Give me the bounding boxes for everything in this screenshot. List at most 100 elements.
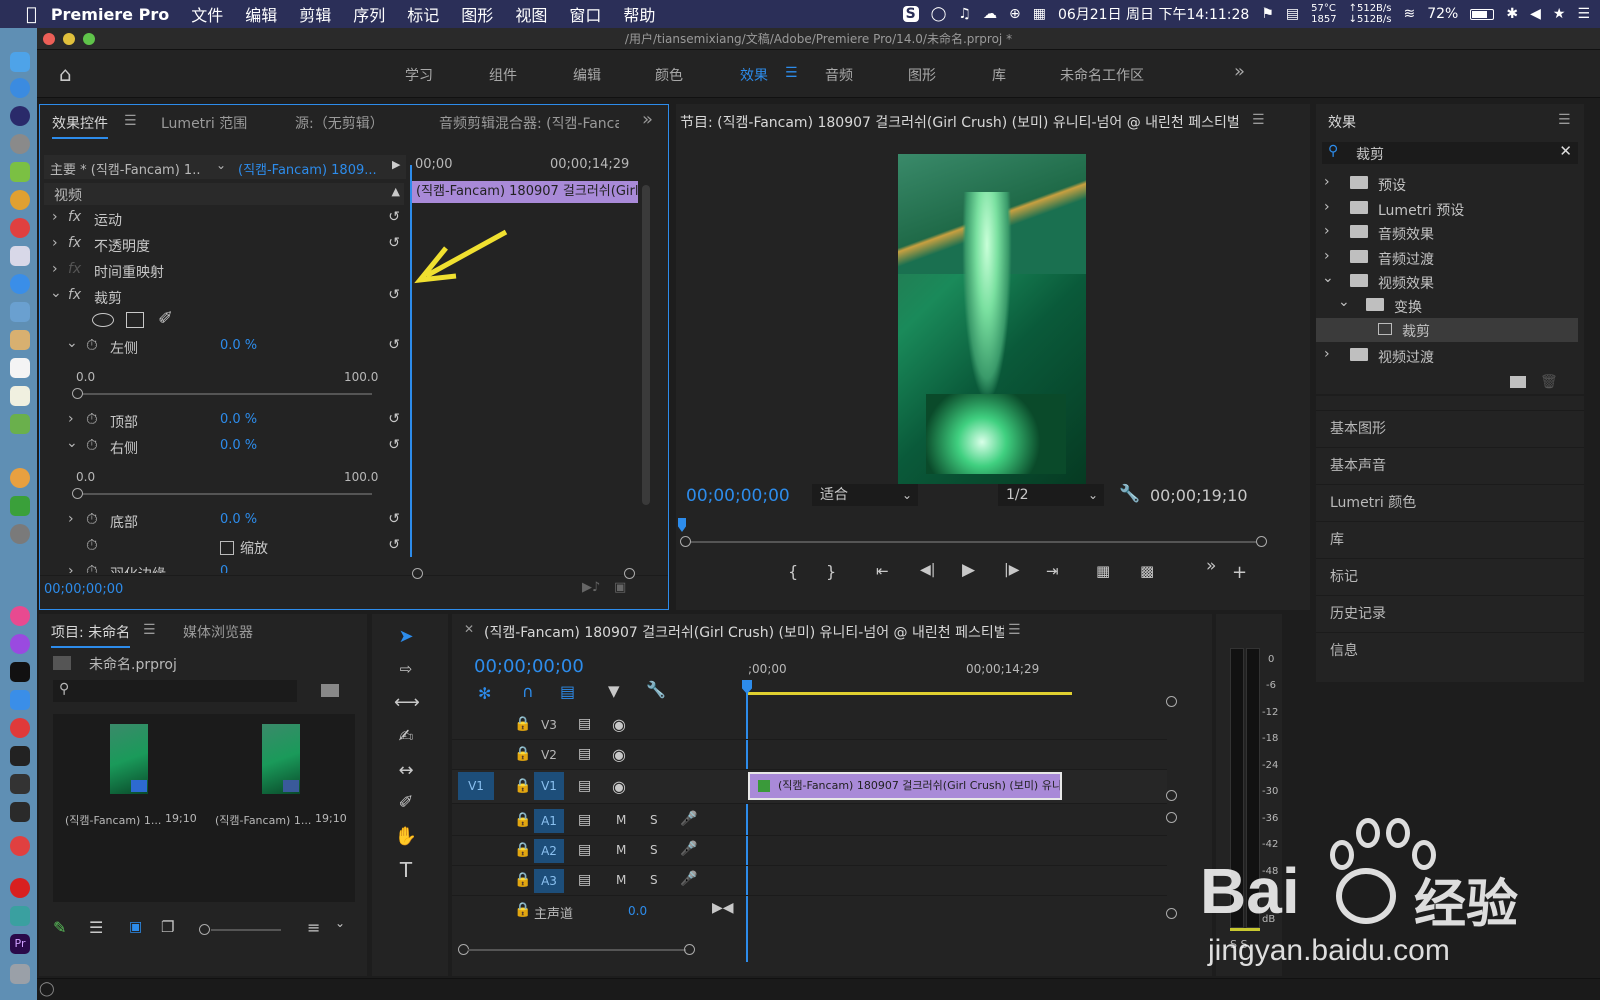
new-search-bin-icon[interactable]: [321, 684, 339, 697]
lock-icon[interactable]: 🔒: [514, 746, 531, 762]
clear-search-icon[interactable]: ✕: [1559, 142, 1572, 160]
fx-time-remap[interactable]: › fx 时间重映射: [44, 259, 404, 285]
finder-icon[interactable]: [10, 52, 30, 72]
extract-icon[interactable]: ▩: [1140, 562, 1154, 580]
stickies-icon[interactable]: [10, 330, 30, 350]
podcast-icon[interactable]: [10, 634, 30, 654]
netease-icon[interactable]: [10, 878, 30, 898]
program-scroll-start[interactable]: [680, 536, 691, 547]
close-window-button[interactable]: [43, 33, 55, 45]
lock-icon[interactable]: 🔒: [514, 812, 531, 828]
left-slider-handle[interactable]: [72, 388, 83, 399]
fx-opacity[interactable]: › fx 不透明度 ↺: [44, 233, 404, 259]
effects-panel-menu-icon[interactable]: ☰: [1558, 112, 1571, 128]
expand-icon[interactable]: ›: [52, 209, 58, 225]
panel-info[interactable]: 信息: [1316, 632, 1584, 668]
menu-graphics[interactable]: 图形: [461, 2, 493, 26]
list-view-icon[interactable]: ☰: [89, 918, 103, 937]
globe-icon[interactable]: ◯: [931, 6, 947, 22]
zoom-slider-handle[interactable]: [199, 924, 210, 935]
ws-libraries[interactable]: 库: [992, 65, 1006, 85]
ws-color[interactable]: 颜色: [655, 65, 683, 85]
timeline-timecode[interactable]: 00;00;00;00: [474, 656, 584, 677]
list-icon[interactable]: ☰: [1577, 6, 1590, 22]
right-slider-track[interactable]: [76, 493, 372, 495]
program-scroll-track[interactable]: [686, 541, 1260, 543]
sequence-tab[interactable]: (직캠-Fancam) 180907 걸크러쉬(Girl Crush) (보미)…: [484, 622, 1004, 642]
home-icon[interactable]: ⌂: [59, 62, 72, 86]
menu-sequence[interactable]: 序列: [353, 2, 385, 26]
a-scroll-top[interactable]: [1166, 812, 1177, 823]
reset-icon[interactable]: ↺: [388, 235, 400, 251]
eye-icon[interactable]: ◉: [612, 745, 626, 764]
solo-button[interactable]: S: [650, 873, 658, 887]
tree-video-effects[interactable]: ⌄ 视频效果: [1322, 270, 1574, 294]
h-scroll-end[interactable]: [684, 944, 695, 955]
cpu-icon[interactable]: ▤: [1286, 6, 1299, 22]
expand-icon[interactable]: ›: [52, 235, 58, 251]
sequence-menu-icon[interactable]: ☰: [1008, 622, 1021, 638]
datetime[interactable]: 06月21日 周日 下午14:11:28: [1058, 4, 1249, 24]
stopwatch-icon[interactable]: ⏱: [86, 536, 98, 554]
program-scroll-end[interactable]: [1256, 536, 1267, 547]
solo-button[interactable]: S: [650, 813, 658, 827]
console-icon[interactable]: [10, 802, 30, 822]
tree-lumetri-presets[interactable]: › Lumetri 预设: [1324, 197, 1574, 221]
master-volume-value[interactable]: 0.0: [628, 904, 647, 918]
menu-marker[interactable]: 标记: [407, 2, 439, 26]
battery-percent[interactable]: 72%: [1427, 6, 1458, 22]
fx-icon[interactable]: fx: [68, 287, 81, 303]
zoom-scroll-start[interactable]: [412, 568, 423, 579]
reset-icon[interactable]: ↺: [388, 437, 400, 453]
terminal-icon[interactable]: [10, 746, 30, 766]
s-app-icon[interactable]: S: [902, 6, 919, 22]
lock-icon[interactable]: 🔒: [514, 716, 531, 732]
sort-dropdown-icon[interactable]: ⌄: [335, 916, 345, 930]
step-forward-icon[interactable]: |▶: [1004, 562, 1019, 578]
ws-effects-menu-icon[interactable]: ☰: [785, 65, 798, 81]
snap-icon[interactable]: ∩: [522, 682, 534, 701]
solo-button[interactable]: S: [650, 843, 658, 857]
mini-playhead[interactable]: [410, 165, 412, 557]
microphone-icon[interactable]: 🎤: [680, 871, 697, 887]
sync-lock-icon[interactable]: ▤: [578, 778, 591, 794]
battery-icon[interactable]: [1470, 8, 1495, 20]
reset-icon[interactable]: ↺: [388, 511, 400, 527]
safari-icon[interactable]: [10, 274, 30, 294]
panel-overflow-icon[interactable]: »: [642, 109, 653, 130]
ws-learn[interactable]: 学习: [405, 65, 433, 85]
track-v3-label[interactable]: V3: [534, 714, 564, 736]
lock-icon[interactable]: 🔒: [514, 902, 531, 918]
rect-mask-icon[interactable]: [126, 312, 144, 328]
fx-crop[interactable]: ⌄ fx 裁剪 ↺: [44, 285, 404, 311]
project-search-box[interactable]: ⚲: [53, 680, 297, 702]
music-icon[interactable]: ♫: [958, 6, 971, 22]
h-scroll-track[interactable]: [468, 949, 686, 951]
calendar-icon[interactable]: ▦: [1033, 6, 1046, 22]
volume-icon[interactable]: ◀: [1530, 6, 1541, 22]
collapse-icon[interactable]: ⌄: [66, 335, 78, 351]
tab-source[interactable]: 源:（无剪辑）: [295, 113, 384, 133]
fit-dropdown[interactable]: 适合 ⌄: [812, 484, 918, 506]
tab-effect-controls[interactable]: 效果控件: [52, 113, 108, 139]
program-ruler[interactable]: [682, 522, 1260, 532]
mark-in-icon[interactable]: {: [788, 562, 798, 581]
effects-search-box[interactable]: ⚲ 裁剪 ✕: [1322, 142, 1578, 164]
param-left-value[interactable]: 0.0 %: [220, 338, 257, 353]
tree-crop[interactable]: 裁剪: [1316, 318, 1578, 342]
fx-icon[interactable]: fx: [68, 235, 81, 251]
mini-scrollbar[interactable]: [642, 185, 650, 505]
nest-toggle-icon[interactable]: ✻: [478, 684, 491, 703]
param-right-value[interactable]: 0.0 %: [220, 438, 257, 453]
lock-icon[interactable]: 🔒: [514, 778, 531, 794]
program-timecode[interactable]: 00;00;00;00: [686, 486, 790, 506]
eye-icon[interactable]: ◉: [612, 715, 626, 734]
v-scroll-top[interactable]: [1166, 696, 1177, 707]
timeline-settings-icon[interactable]: 🔧: [646, 680, 666, 699]
sysprefs-icon[interactable]: [10, 524, 30, 544]
tree-audio-effects[interactable]: › 音频效果: [1324, 221, 1574, 245]
menu-view[interactable]: 视图: [515, 2, 547, 26]
appstore2-icon[interactable]: [10, 690, 30, 710]
expand-icon[interactable]: ›: [68, 411, 74, 427]
yandex-icon[interactable]: [10, 836, 30, 856]
